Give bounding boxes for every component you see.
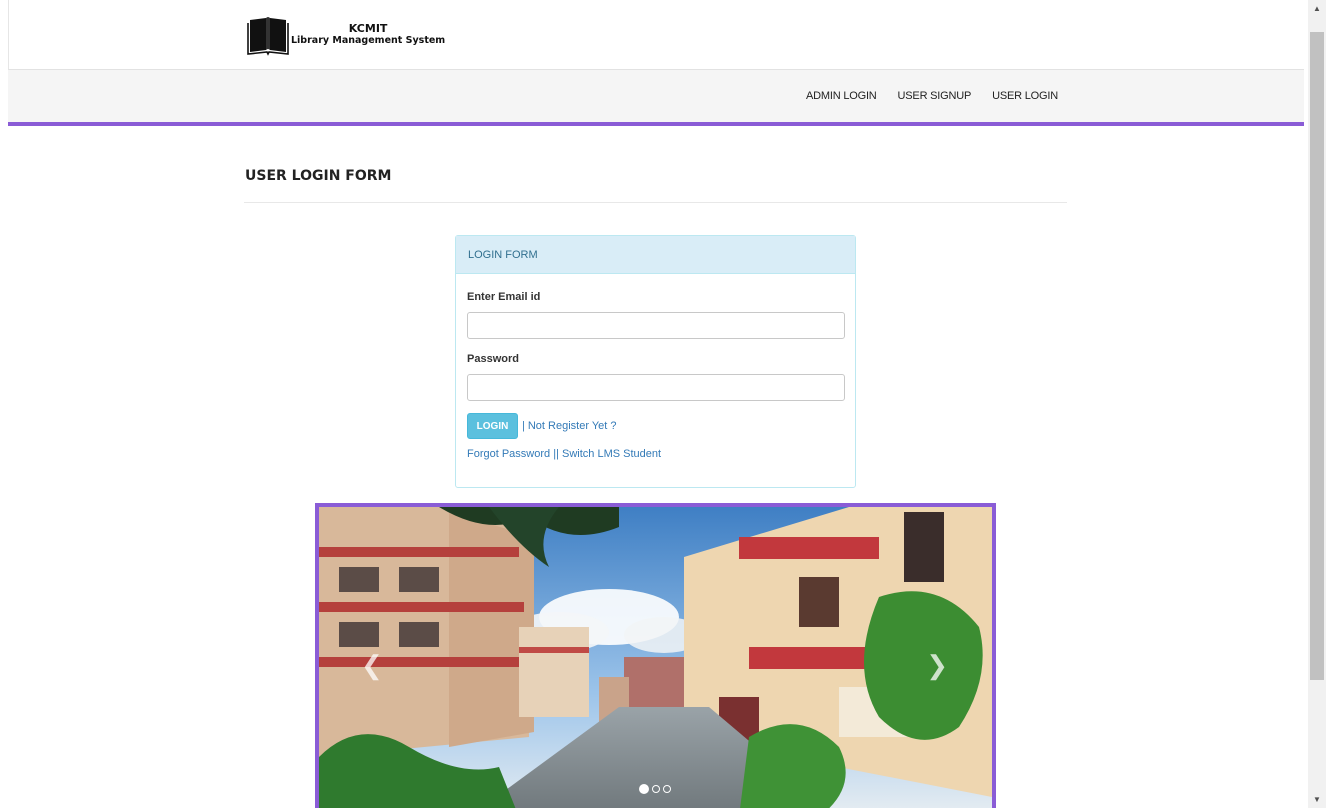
open-book-icon <box>247 17 289 56</box>
nav-user-login[interactable]: USER LOGIN <box>992 90 1058 102</box>
brand-text: KCMIT Library Management System <box>291 23 445 47</box>
heading-divider <box>244 202 1067 203</box>
forgot-password-link[interactable]: Forgot Password <box>467 448 550 460</box>
carousel-indicators <box>639 784 674 794</box>
scroll-down-arrow-icon[interactable]: ▼ <box>1308 791 1326 808</box>
password-input[interactable] <box>467 374 845 401</box>
carousel-next-button[interactable]: ❯ <box>926 652 948 678</box>
switch-student-link[interactable]: Switch LMS Student <box>562 448 661 460</box>
nav-admin-login[interactable]: ADMIN LOGIN <box>806 90 877 102</box>
panel-body: Enter Email id Password LOGIN | Not Regi… <box>456 291 855 460</box>
register-link[interactable]: Not Register Yet ? <box>528 420 617 432</box>
carousel-prev-button[interactable]: ❮ <box>361 652 383 678</box>
login-button[interactable]: LOGIN <box>467 413 518 439</box>
brand-logo[interactable]: KCMIT Library Management System <box>247 14 445 56</box>
email-label: Enter Email id <box>467 291 541 303</box>
brand-bar: KCMIT Library Management System <box>8 0 1304 70</box>
page: KCMIT Library Management System ADMIN LO… <box>0 0 1308 808</box>
college-campus-image <box>319 507 992 808</box>
nav-bar: ADMIN LOGIN USER SIGNUP USER LOGIN <box>8 70 1304 126</box>
page-title: USER LOGIN FORM <box>245 168 392 184</box>
carousel-indicator-3[interactable] <box>663 785 671 793</box>
action-separator: | <box>522 420 525 432</box>
scrollbar-thumb[interactable] <box>1310 32 1324 680</box>
forgot-separator: || <box>553 448 559 460</box>
email-input[interactable] <box>467 312 845 339</box>
login-panel: LOGIN FORM Enter Email id Password LOGIN… <box>455 235 856 488</box>
brand-title: KCMIT <box>348 22 388 35</box>
forgot-row: Forgot Password || Switch LMS Student <box>467 448 844 460</box>
carousel-indicator-1[interactable] <box>639 784 649 794</box>
nav-user-signup[interactable]: USER SIGNUP <box>898 90 972 102</box>
password-label: Password <box>467 353 519 365</box>
scroll-up-arrow-icon[interactable]: ▲ <box>1308 0 1326 17</box>
vertical-scrollbar[interactable]: ▲ ▼ <box>1308 0 1326 808</box>
nav-menu: ADMIN LOGIN USER SIGNUP USER LOGIN <box>785 70 1058 122</box>
image-carousel: ❮ ❯ <box>315 503 996 808</box>
brand-subtitle: Library Management System <box>291 35 446 46</box>
carousel-indicator-2[interactable] <box>652 785 660 793</box>
panel-heading: LOGIN FORM <box>456 236 855 274</box>
login-actions: LOGIN | Not Register Yet ? <box>467 413 844 439</box>
